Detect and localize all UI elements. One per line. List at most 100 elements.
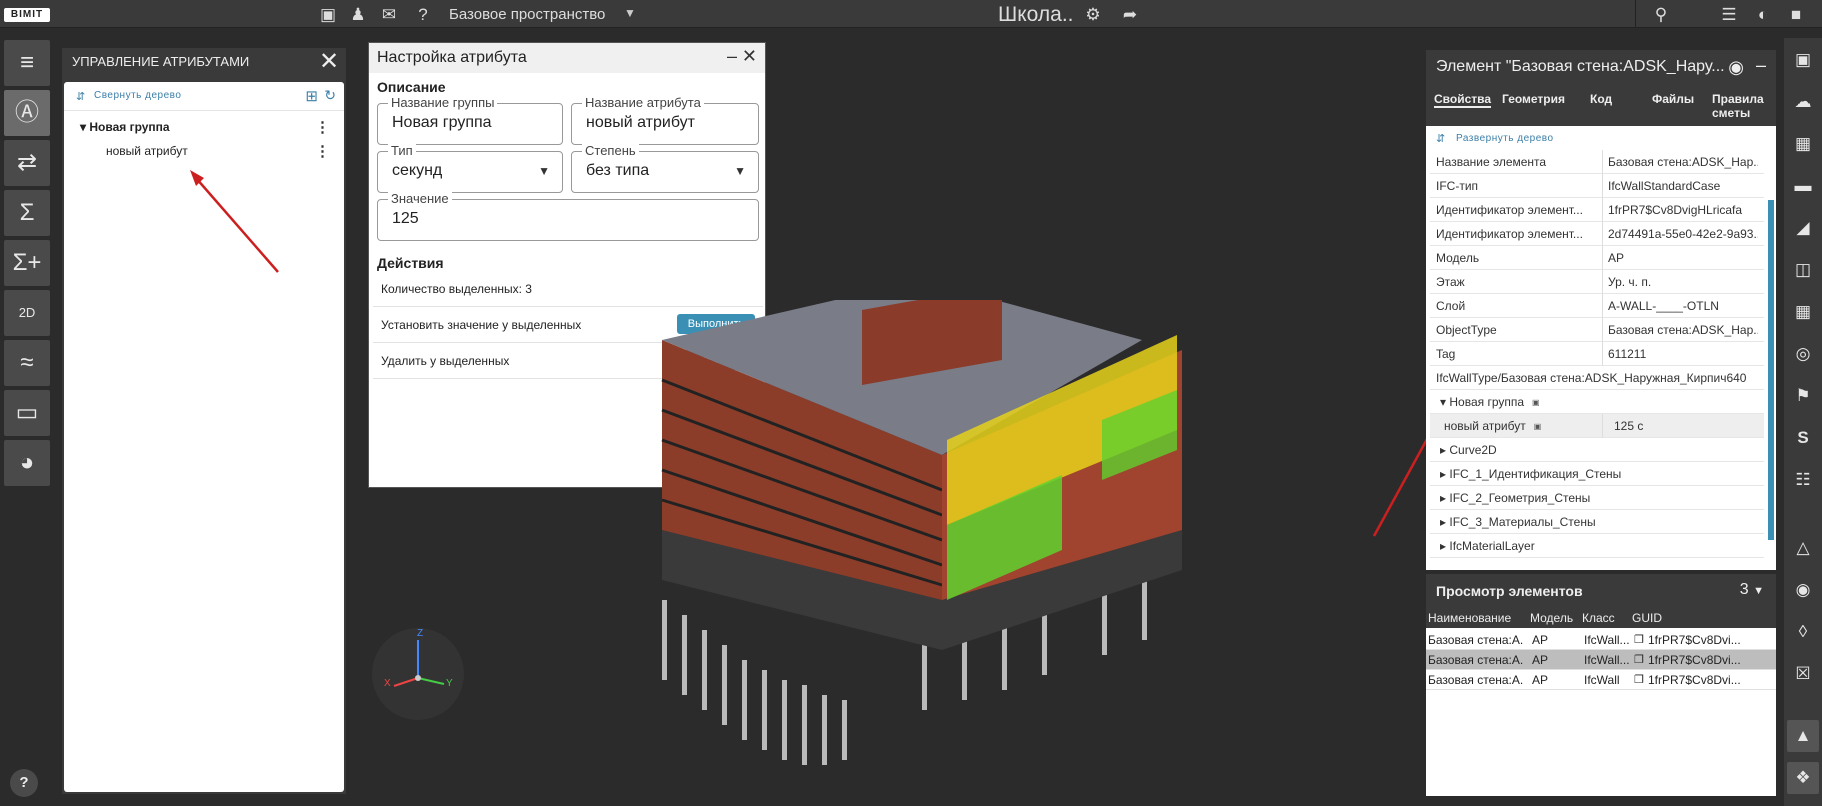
group-name: Новая группа — [1449, 395, 1525, 409]
property-value: Базовая стена:ADSK_Нар... — [1608, 323, 1758, 337]
cell-class: IfcWall — [1584, 673, 1620, 687]
group-row[interactable]: ▸ IFC_2_Геометрия_Стены — [1430, 486, 1764, 510]
scrollbar[interactable] — [1768, 200, 1774, 540]
cell-model: АР — [1532, 653, 1549, 667]
cell-guid: 1frPR7$Cv8Dvi... — [1648, 653, 1741, 667]
eye-icon[interactable]: ◉ — [1728, 57, 1744, 78]
eye-off-icon[interactable]: ◊ — [1787, 616, 1819, 648]
ruler-icon[interactable]: ▬ — [1787, 170, 1819, 202]
flag-icon[interactable]: ⚑ — [1787, 380, 1819, 412]
divider — [1602, 198, 1603, 222]
divider — [1602, 318, 1603, 342]
property-value: 2d74491a-55e0-42e2-9a93... — [1608, 227, 1758, 241]
divider — [1602, 294, 1603, 318]
cloud-icon[interactable]: ☁ — [1787, 86, 1819, 118]
cube-icon[interactable]: ▲ — [1787, 720, 1819, 752]
property-name: Этаж — [1436, 275, 1465, 289]
eye-icon[interactable]: ◉ — [1787, 574, 1819, 606]
property-name: Идентификатор элемент... — [1436, 227, 1583, 241]
property-value: Ур. ч. п. — [1608, 275, 1652, 289]
tab-code[interactable]: Код — [1590, 92, 1612, 106]
group-name: Curve2D — [1449, 443, 1497, 457]
select-icon[interactable]: ▦ — [1787, 128, 1819, 160]
expand-tree-link[interactable]: Развернуть дерево — [1456, 133, 1554, 144]
group-row[interactable]: ▸ IFC_3_Материалы_Стены — [1430, 510, 1764, 534]
group-label: ▸ Curve2D — [1440, 443, 1497, 457]
divider — [1602, 342, 1603, 366]
property-name: IFC-тип — [1436, 179, 1479, 193]
property-value: 125 с — [1614, 419, 1644, 433]
property-row[interactable]: Идентификатор элемент... 1frPR7$Cv8DvigHL… — [1430, 198, 1764, 222]
tab-estimate-rules[interactable]: Правила сметы — [1712, 92, 1764, 120]
property-value: IfcWallStandardCase — [1608, 179, 1721, 193]
copy-icon[interactable]: ❐ — [1634, 653, 1644, 666]
divider — [1602, 246, 1603, 270]
group-label: ▾ Новая группа ▣ — [1440, 395, 1540, 409]
property-row[interactable]: Этаж Ур. ч. п. — [1430, 270, 1764, 294]
group-name: IFC_3_Материалы_Стены — [1449, 515, 1596, 529]
group-row-new[interactable]: ▾ Новая группа ▣ — [1430, 390, 1764, 414]
divider — [1602, 222, 1603, 246]
group-label: ▸ IFC_2_Геометрия_Стены — [1440, 491, 1591, 505]
column-header[interactable]: GUID — [1632, 611, 1662, 625]
property-row[interactable]: IFC-тип IfcWallStandardCase — [1430, 174, 1764, 198]
cell-model: АР — [1532, 673, 1549, 687]
property-row[interactable]: Слой A-WALL-____-OTLN — [1430, 294, 1764, 318]
element-count[interactable]: 3 ▼ — [1740, 581, 1764, 599]
group-row[interactable]: ▸ IFC_1_Идентификация_Стены — [1430, 462, 1764, 486]
cube-outline-icon[interactable]: △ — [1787, 532, 1819, 564]
property-name: Слой — [1436, 299, 1466, 313]
cell-class: IfcWall... — [1584, 653, 1630, 667]
orbit-icon[interactable]: ❖ — [1787, 762, 1819, 794]
table-row[interactable]: Базовая стена:А... АР IfcWall ❐ 1frPR7$C… — [1426, 670, 1776, 690]
copy-icon[interactable]: ❐ — [1634, 673, 1644, 686]
group-label: ▸ IfcMaterialLayer — [1440, 539, 1535, 553]
cell-guid: 1frPR7$Cv8Dvi... — [1648, 673, 1741, 687]
column-header[interactable]: Наименование — [1428, 611, 1511, 625]
cell-class: IfcWall... — [1584, 633, 1630, 647]
group-row[interactable]: ▸ Curve2D — [1430, 438, 1764, 462]
grid-cross-icon[interactable]: ☷ — [1787, 464, 1819, 496]
cell-name: Базовая стена:А... — [1428, 673, 1524, 687]
property-row[interactable]: Идентификатор элемент... 2d74491a-55e0-42… — [1430, 222, 1764, 246]
cell-name: Базовая стена:А... — [1428, 633, 1524, 647]
divider — [1602, 270, 1603, 294]
table-row[interactable]: Базовая стена:А... АР IfcWall... ❐ 1frPR… — [1426, 630, 1776, 650]
attribute-name: новый атрибут — [1444, 419, 1526, 433]
divider — [1602, 414, 1603, 438]
tab-files[interactable]: Файлы — [1652, 92, 1694, 106]
info-icon: ▣ — [1532, 398, 1540, 408]
grid-icon[interactable]: ▦ — [1787, 296, 1819, 328]
box-icon[interactable]: ◫ — [1787, 254, 1819, 286]
close-box-icon[interactable]: ☒ — [1787, 658, 1819, 690]
table-row[interactable]: Базовая стена:А... АР IfcWall... ❐ 1frPR… — [1426, 650, 1776, 670]
group-row[interactable]: ▸ IfcMaterialLayer — [1430, 534, 1764, 558]
column-header[interactable]: Модель — [1530, 611, 1573, 625]
column-header[interactable]: Класс — [1582, 611, 1615, 625]
target-icon[interactable]: ◎ — [1787, 338, 1819, 370]
expand-icon[interactable]: ⇵ — [1436, 132, 1445, 145]
property-row[interactable]: Название элемента Базовая стена:ADSK_Нар.… — [1430, 150, 1764, 174]
table-header: Наименование Модель Класс GUID — [1426, 608, 1776, 628]
property-value: 1frPR7$Cv8DvigHLricafa — [1608, 203, 1743, 217]
minimize-icon[interactable]: – — [1756, 55, 1766, 76]
chevron-down-icon[interactable]: ▼ — [1753, 585, 1764, 597]
cell-guid: 1frPR7$Cv8Dvi... — [1648, 633, 1741, 647]
cell-name: Базовая стена:А... — [1428, 653, 1524, 667]
property-name: ObjectType — [1436, 323, 1497, 337]
property-row[interactable]: Модель АР — [1430, 246, 1764, 270]
copy-icon[interactable]: ❐ — [1634, 633, 1644, 646]
element-properties-panel: Элемент "Базовая стена:ADSK_Нару... ◉ – … — [1426, 50, 1776, 570]
tab-properties[interactable]: Свойства — [1434, 92, 1492, 108]
property-row[interactable]: ObjectType Базовая стена:ADSK_Нар... — [1430, 318, 1764, 342]
property-row[interactable]: Tag 611211 — [1430, 342, 1764, 366]
type-row[interactable]: IfcWallType/Базовая стена:ADSK_Наружная_… — [1430, 366, 1764, 390]
tab-geometry[interactable]: Геометрия — [1502, 92, 1565, 106]
property-value: A-WALL-____-OTLN — [1608, 299, 1719, 313]
group-label: ▸ IFC_3_Материалы_Стены — [1440, 515, 1596, 529]
s-icon[interactable]: S — [1787, 422, 1819, 454]
group-name: IFC_1_Идентификация_Стены — [1449, 467, 1622, 481]
fit-view-icon[interactable]: ▣ — [1787, 44, 1819, 76]
section-icon[interactable]: ◢ — [1787, 212, 1819, 244]
custom-attribute-row[interactable]: новый атрибут ▣ 125 с — [1430, 414, 1764, 438]
